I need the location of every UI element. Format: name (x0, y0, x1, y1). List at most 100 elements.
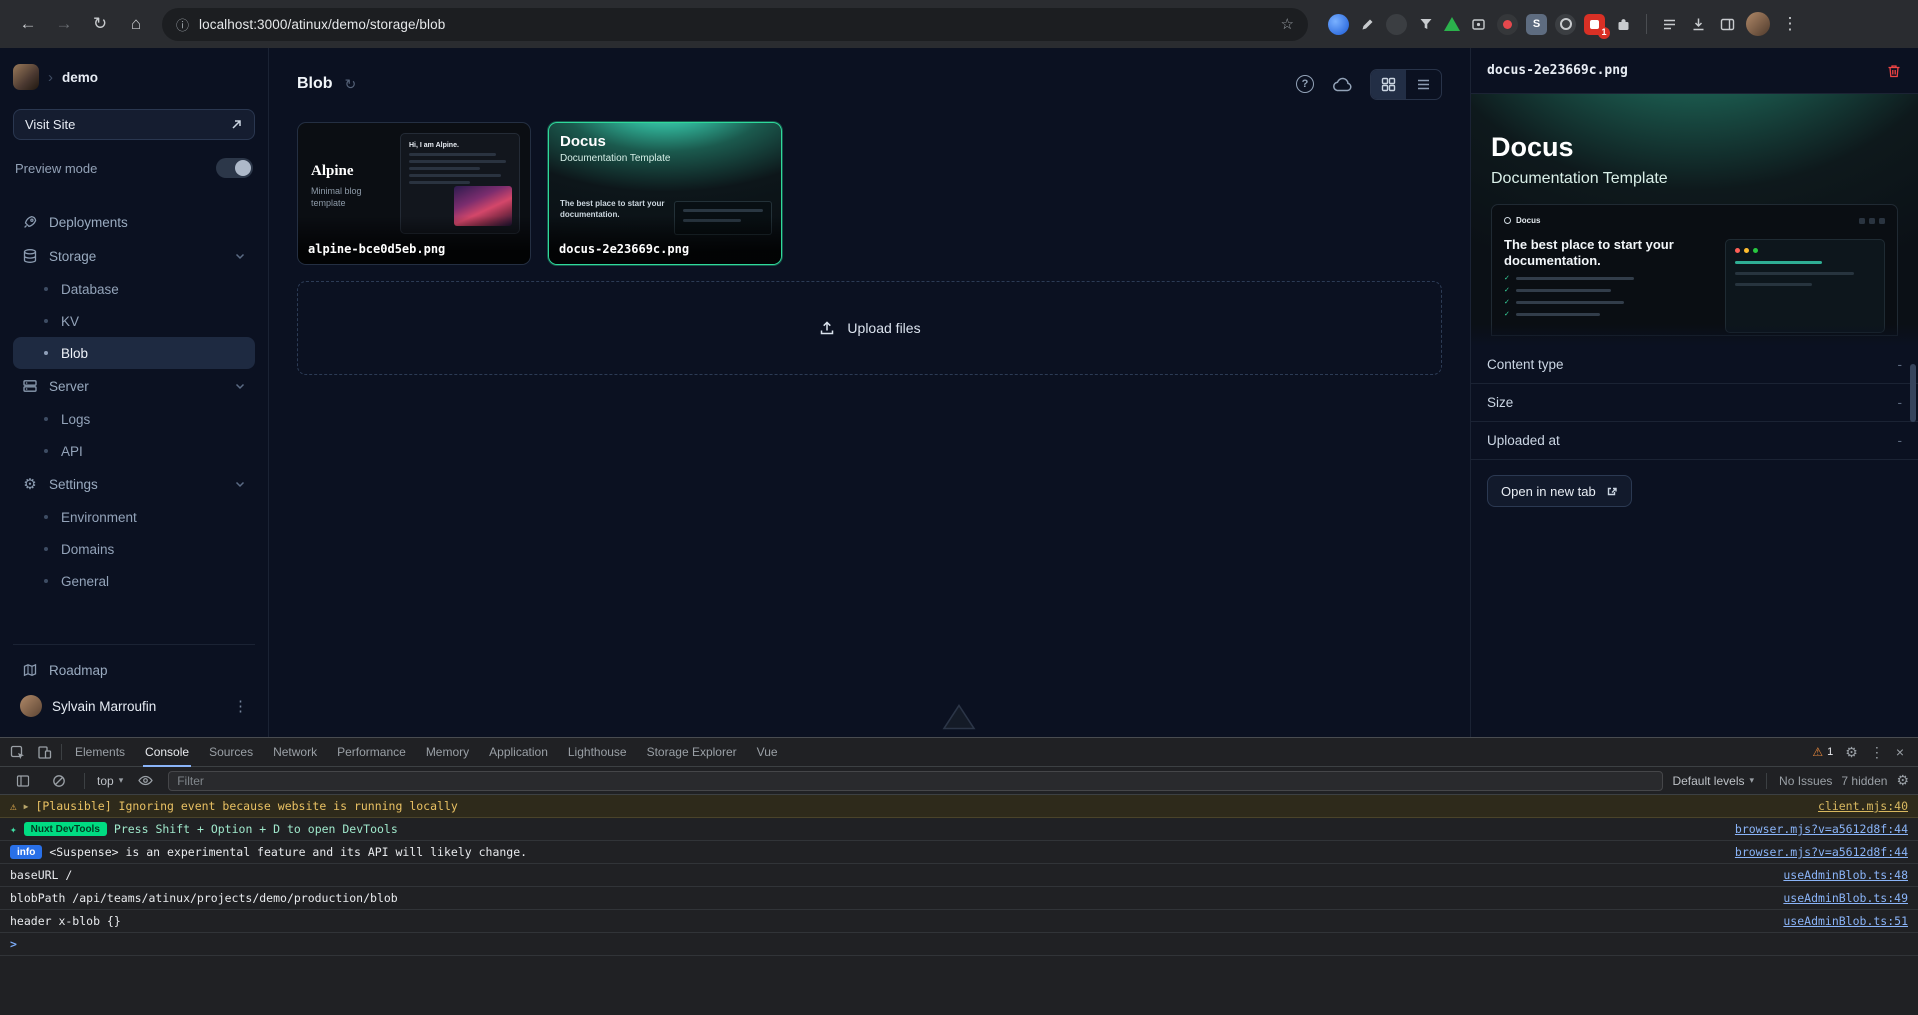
sidebar-item-deployments[interactable]: Deployments (13, 205, 255, 239)
console-settings-icon[interactable]: ⚙ (1896, 772, 1909, 789)
devtools-tab-elements[interactable]: Elements (65, 738, 135, 767)
sidebar-item-blob[interactable]: Blob (13, 337, 255, 369)
console-source-link[interactable]: useAdminBlob.ts:48 (1783, 868, 1908, 882)
devtools-tab-lighthouse[interactable]: Lighthouse (558, 738, 637, 767)
preview-mode-toggle[interactable] (216, 158, 253, 178)
sidebar-item-logs[interactable]: Logs (13, 403, 255, 435)
extension-icon-ring[interactable] (1555, 14, 1576, 35)
console-prompt[interactable]: > (0, 933, 1918, 956)
expand-arrow-icon[interactable]: ▶ (24, 802, 29, 811)
inspect-element-icon[interactable] (4, 739, 31, 765)
sidebar-item-environment[interactable]: Environment (13, 501, 255, 533)
list-view-button[interactable] (1406, 70, 1441, 99)
error-count-badge[interactable]: ⚠ 1 (1812, 745, 1833, 759)
device-toolbar-icon[interactable] (31, 739, 58, 765)
console-message-nuxt-devtools[interactable]: ✦ Nuxt DevTools Press Shift + Option + D… (0, 818, 1918, 841)
open-in-new-tab-button[interactable]: Open in new tab (1487, 475, 1632, 507)
log-levels-selector[interactable]: Default levels ▾ (1672, 774, 1754, 788)
devtools-tab-application[interactable]: Application (479, 738, 558, 767)
extension-icon-capture[interactable] (1468, 14, 1489, 35)
extension-icon-triangle[interactable] (1444, 17, 1460, 31)
devtools-tab-storage-explorer[interactable]: Storage Explorer (637, 738, 747, 767)
sidebar-item-general[interactable]: General (13, 565, 255, 597)
site-info-icon[interactable]: ⓘ (176, 15, 189, 34)
home-icon[interactable]: ⌂ (120, 8, 152, 40)
console-message-log[interactable]: blobPath /api/teams/atinux/projects/demo… (0, 887, 1918, 910)
devtools-tab-sources[interactable]: Sources (199, 738, 263, 767)
extension-icon-shield[interactable] (1386, 14, 1407, 35)
visit-site-button[interactable]: Visit Site (13, 109, 255, 140)
file-card-alpine[interactable]: Alpine Minimal blog template Hi, I am Al… (297, 122, 531, 265)
console-source-link[interactable]: useAdminBlob.ts:49 (1783, 891, 1908, 905)
extension-icon-password[interactable]: 1 (1584, 14, 1605, 35)
console-source-link[interactable]: browser.mjs?v=a5612d8f:44 (1735, 845, 1908, 859)
browser-profile-avatar[interactable] (1746, 12, 1770, 36)
back-icon[interactable]: ← (12, 8, 44, 40)
address-bar[interactable]: ⓘ localhost:3000/atinux/demo/storage/blo… (162, 8, 1308, 41)
console-source-link[interactable]: useAdminBlob.ts:51 (1783, 914, 1908, 928)
console-empty-area[interactable] (0, 956, 1918, 1015)
url-text[interactable]: localhost:3000/atinux/demo/storage/blob (199, 17, 445, 32)
sidebar-item-roadmap[interactable]: Roadmap (13, 653, 255, 687)
sidebar-item-storage[interactable]: Storage (13, 239, 255, 273)
team-avatar[interactable] (13, 64, 39, 90)
console-message-info[interactable]: info <Suspense> is an experimental featu… (0, 841, 1918, 864)
hidden-messages-count[interactable]: 7 hidden (1841, 774, 1887, 788)
file-card-docus-selected[interactable]: Docus Documentation Template The best pl… (548, 122, 782, 265)
console-message-warning[interactable]: ⚠ ▶ [Plausible] Ignoring event because w… (0, 795, 1918, 818)
upload-dropzone[interactable]: Upload files (297, 281, 1442, 375)
chevron-down-icon[interactable] (234, 478, 246, 490)
devtools-tab-console[interactable]: Console (135, 738, 199, 767)
context-selector[interactable]: top ▾ (97, 774, 123, 788)
devtools-tab-performance[interactable]: Performance (327, 738, 416, 767)
downloads-icon[interactable] (1688, 14, 1709, 35)
sidebar-item-settings[interactable]: ⚙ Settings (13, 467, 255, 501)
clear-console-icon[interactable] (45, 768, 72, 794)
devtools-menu-icon[interactable]: ⋮ (1870, 744, 1884, 761)
file-preview-image[interactable]: Docus Documentation Template Docus The b… (1471, 94, 1918, 346)
sidebar-item-database[interactable]: Database (13, 273, 255, 305)
scrollbar-thumb[interactable] (1910, 364, 1916, 422)
console-filter-input[interactable] (168, 771, 1663, 791)
sidebar-item-api[interactable]: API (13, 435, 255, 467)
extension-icon-profile[interactable] (1328, 14, 1349, 35)
cloud-icon[interactable] (1331, 76, 1353, 93)
extension-icon-funnel[interactable] (1415, 14, 1436, 35)
chevron-down-icon[interactable] (234, 380, 246, 392)
devtools-tab-memory[interactable]: Memory (416, 738, 479, 767)
user-menu-dots-icon[interactable]: ⋮ (233, 697, 248, 715)
sidebar-item-server[interactable]: Server (13, 369, 255, 403)
console-message-log[interactable]: baseURL / useAdminBlob.ts:48 (0, 864, 1918, 887)
sidebar-item-kv[interactable]: KV (13, 305, 255, 337)
issues-counter[interactable]: No Issues (1779, 774, 1832, 788)
extension-icon-s[interactable]: S (1526, 14, 1547, 35)
devtools-close-icon[interactable]: × (1896, 744, 1904, 760)
bookmark-star-icon[interactable]: ☆ (1281, 15, 1294, 33)
console-message-log[interactable]: header x-blob {} useAdminBlob.ts:51 (0, 910, 1918, 933)
browser-menu-icon[interactable]: ⋮ (1774, 8, 1806, 40)
side-panel-icon[interactable] (1717, 14, 1738, 35)
reading-list-icon[interactable] (1659, 14, 1680, 35)
grid-view-button[interactable] (1371, 70, 1406, 99)
console-sidebar-icon[interactable] (9, 768, 36, 794)
delete-button[interactable] (1886, 63, 1902, 79)
user-menu[interactable]: Sylvain Marroufin ⋮ (13, 687, 255, 725)
extension-icon-pen[interactable] (1357, 14, 1378, 35)
forward-icon[interactable]: → (48, 8, 80, 40)
extension-icon-record[interactable] (1497, 14, 1518, 35)
sidebar-item-domains[interactable]: Domains (13, 533, 255, 565)
refresh-icon[interactable]: ↻ (345, 76, 357, 93)
thumbnail-subtitle: Minimal blog template (311, 185, 391, 209)
devtools-tab-network[interactable]: Network (263, 738, 327, 767)
eye-icon[interactable] (132, 768, 159, 794)
devtools-tab-vue[interactable]: Vue (747, 738, 788, 767)
breadcrumb-project[interactable]: demo (62, 70, 98, 85)
devtools-settings-icon[interactable]: ⚙ (1845, 744, 1858, 761)
reload-icon[interactable]: ↻ (84, 8, 116, 40)
chevron-down-icon[interactable] (234, 250, 246, 262)
extensions-puzzle-icon[interactable] (1613, 14, 1634, 35)
console-source-link[interactable]: browser.mjs?v=a5612d8f:44 (1735, 822, 1908, 836)
nuxt-devtools-badge: Nuxt DevTools (24, 822, 107, 836)
console-source-link[interactable]: client.mjs:40 (1818, 799, 1908, 813)
help-icon[interactable]: ? (1296, 75, 1314, 93)
